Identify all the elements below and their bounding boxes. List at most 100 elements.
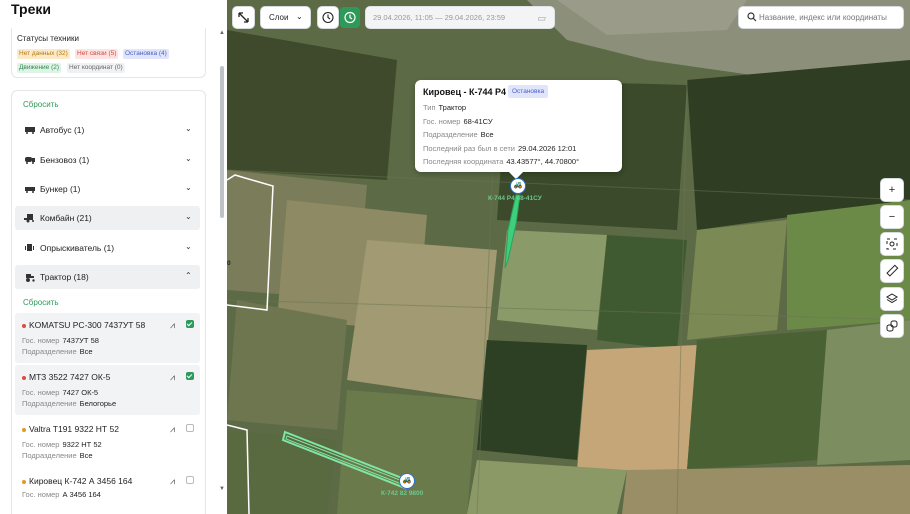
marker-label: К-744 Р4 68-41СУ: [488, 195, 542, 202]
vehicle-division: Подразделение Все: [22, 451, 93, 460]
reset-tractor-button[interactable]: Сбросить: [23, 298, 59, 307]
category-tractor[interactable]: Трактор (18) ⌃: [15, 265, 200, 289]
division-value: Белогорье: [79, 399, 117, 408]
division-value: Все: [79, 451, 93, 460]
chevron-down-icon[interactable]: ⌄: [185, 183, 192, 192]
type-key: Тип: [423, 103, 436, 112]
status-badge-no-data[interactable]: Нет данных (32): [17, 49, 70, 59]
search-placeholder: Название, индекс или координаты: [759, 13, 887, 22]
division-key: Подразделение: [22, 347, 77, 356]
chevron-down-icon[interactable]: ⌄: [185, 212, 192, 221]
chevron-down-icon[interactable]: ⌄: [185, 124, 192, 133]
chevron-down-icon: ⌄: [296, 12, 303, 21]
map-edge-mark: 0: [227, 260, 231, 267]
vehicle-checkbox[interactable]: [186, 320, 194, 328]
vehicle-marker[interactable]: 🚜: [510, 178, 526, 194]
track-icon[interactable]: ⩘: [170, 476, 175, 487]
vehicle-checkbox[interactable]: [186, 424, 194, 432]
sprayer-icon: [24, 242, 36, 254]
vehicle-division: Подразделение Белогорье: [22, 399, 116, 408]
sidebar: Треки Статусы техники Нет данных (32) Не…: [0, 0, 227, 514]
category-label: Бензовоз (1): [40, 155, 90, 165]
division-key: Подразделение: [22, 451, 77, 460]
zoom-in-button[interactable]: +: [881, 179, 903, 201]
vehicle-name: KOMATSU PC-300 7437УТ 58: [29, 320, 146, 330]
popup-plate: Гос. номер 68-41СУ: [423, 117, 493, 126]
scrollbar-thumb[interactable]: [220, 66, 224, 218]
status-dot: [22, 376, 26, 380]
status-badge: Остановка: [508, 85, 549, 98]
track-icon[interactable]: ⩘: [170, 372, 175, 383]
vehicle-name: МТЗ 3522 7427 ОК-5: [29, 372, 111, 382]
combine-icon: [24, 212, 36, 224]
expand-button[interactable]: [233, 7, 254, 28]
vehicle-popup[interactable]: Кировец - К-744 Р4 Остановка Тип Трактор …: [415, 80, 622, 172]
plus-icon: +: [888, 184, 896, 196]
vehicle-marker[interactable]: 🚜: [399, 473, 415, 489]
status-badge-stop[interactable]: Остановка (4): [123, 49, 169, 59]
vehicle-division: Подразделение Все: [22, 347, 93, 356]
last-coord-value: 43.43577°, 44.70800°: [506, 157, 580, 166]
chevron-down-icon[interactable]: ⌄: [185, 154, 192, 163]
status-badge-no-coord[interactable]: Нет координат (0): [67, 63, 125, 73]
category-label: Автобус (1): [40, 125, 85, 135]
category-combine[interactable]: Комбайн (21) ⌄: [15, 206, 200, 230]
vehicle-checkbox[interactable]: [186, 476, 194, 484]
ruler-button[interactable]: [881, 260, 903, 282]
plate-key: Гос. номер: [423, 117, 461, 126]
layers-button[interactable]: Слои ⌄: [261, 7, 310, 28]
status-badge-no-link[interactable]: Нет связи (5): [75, 49, 119, 59]
layers-stack-button[interactable]: [881, 288, 903, 310]
locate-button[interactable]: [881, 233, 903, 255]
category-sprayer[interactable]: Опрыскиватель (1) ⌄: [15, 236, 200, 260]
status-badge-move[interactable]: Движение (2): [17, 63, 62, 73]
vehicle-checkbox[interactable]: [186, 372, 194, 380]
vehicle-item[interactable]: Valtra T191 9322 НТ 52 Гос. номер 9322 НТ…: [15, 417, 200, 467]
link-button[interactable]: [881, 315, 903, 337]
tractor-icon: 🚜: [513, 182, 523, 189]
satellite-map: [227, 0, 910, 514]
plate-value: 7427 ОК-5: [62, 388, 99, 397]
plate-value: 68-41СУ: [463, 117, 493, 126]
history-button[interactable]: [318, 7, 338, 28]
search-input[interactable]: Название, индекс или координаты: [739, 7, 903, 28]
bus-icon: [24, 124, 36, 136]
minus-icon: −: [888, 211, 896, 223]
status-dot: [22, 324, 26, 328]
zoom-out-button[interactable]: −: [881, 206, 903, 228]
vehicle-item[interactable]: KOMATSU PC-300 7437УТ 58 Гос. номер 7437У…: [15, 313, 200, 363]
realtime-clock-button[interactable]: [340, 7, 360, 28]
vehicle-plate: Гос. номер 9322 НТ 52: [22, 440, 102, 449]
category-label: Трактор (18): [40, 272, 89, 282]
track-icon[interactable]: ⩘: [170, 320, 175, 331]
division-key: Подразделение: [22, 399, 77, 408]
history-icon: [322, 11, 334, 24]
scroll-down-arrow-icon[interactable]: ▼: [219, 486, 225, 492]
track-icon[interactable]: ⩘: [170, 424, 175, 435]
date-range-text: 29.04.2026, 11:05 — 29.04.2026, 23:59: [373, 13, 506, 22]
date-range-input[interactable]: 29.04.2026, 11:05 — 29.04.2026, 23:59 ▭: [366, 7, 554, 28]
link-icon: [886, 320, 898, 332]
chevron-down-icon[interactable]: ⌄: [185, 242, 192, 251]
vehicle-plate: Гос. номер А 3456 164: [22, 490, 101, 499]
division-key: Подразделение: [423, 130, 478, 139]
popup-type: Тип Трактор: [423, 103, 466, 112]
category-bus[interactable]: Автобус (1) ⌄: [15, 118, 200, 142]
scroll-up-arrow-icon[interactable]: ▲: [219, 30, 225, 36]
vehicle-item[interactable]: МТЗ 3522 7427 ОК-5 Гос. номер 7427 ОК-5 П…: [15, 365, 200, 415]
category-bunker[interactable]: Бункер (1) ⌄: [15, 177, 200, 201]
status-title: Статусы техники: [17, 34, 79, 43]
app-root: Треки Статусы техники Нет данных (32) Не…: [0, 0, 910, 514]
vehicle-item[interactable]: Кировец К-742 А 3456 164 Гос. номер А 345…: [15, 469, 200, 514]
tractor-icon: 🚜: [402, 477, 412, 484]
popup-title: Кировец - К-744 Р4: [423, 87, 506, 97]
popup-last-coord: Последняя координата 43.43577°, 44.70800°: [423, 157, 579, 166]
plate-value: 9322 НТ 52: [62, 440, 102, 449]
plate-value: 7437УТ 58: [62, 336, 99, 345]
chevron-up-icon[interactable]: ⌃: [185, 271, 192, 280]
map-view[interactable]: Слои ⌄ 29.04.2026, 11:05 — 29.04.2026, 2…: [227, 0, 910, 514]
category-fuel-truck[interactable]: Бензовоз (1) ⌄: [15, 148, 200, 172]
fuel-truck-icon: [24, 154, 36, 166]
calendar-icon[interactable]: ▭: [537, 13, 546, 24]
reset-filter-button[interactable]: Сбросить: [23, 100, 59, 109]
